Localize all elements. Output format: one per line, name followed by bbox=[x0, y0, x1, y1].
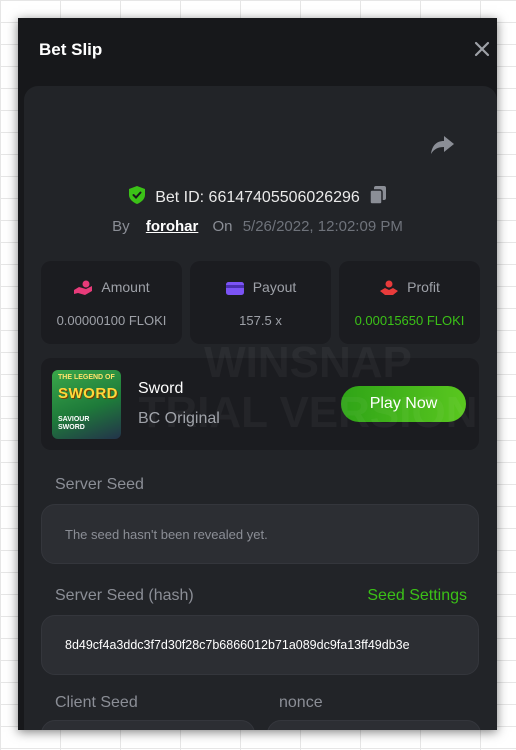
profit-label-row: Profit bbox=[339, 279, 480, 296]
bet-author-row: By forohar On 5/26/2022, 12:02:09 PM bbox=[18, 218, 497, 235]
shield-check-icon bbox=[128, 186, 145, 209]
server-seed-hash-label: Server Seed (hash) bbox=[55, 587, 194, 604]
nonce-field[interactable] bbox=[267, 720, 481, 730]
payout-value: 157.5 x bbox=[239, 313, 282, 328]
client-seed-field[interactable] bbox=[41, 720, 255, 730]
hand-coin-icon bbox=[74, 280, 93, 296]
share-arrow-icon[interactable] bbox=[429, 134, 455, 156]
thumb-line1: THE LEGEND OF bbox=[58, 374, 115, 381]
bet-slip-dialog: Bet Slip Bet ID: 66147405506026296 By fo… bbox=[18, 18, 497, 730]
copy-icon[interactable] bbox=[369, 186, 387, 209]
user-link[interactable]: forohar bbox=[146, 218, 199, 235]
payout-card: Payout 157.5 x bbox=[190, 261, 331, 344]
game-card: THE LEGEND OF SWORD SAVIOUR SWORD Sword … bbox=[41, 358, 479, 450]
amount-label-row: Amount bbox=[41, 279, 182, 296]
play-now-button[interactable]: Play Now bbox=[341, 386, 466, 422]
client-seed-label: Client Seed bbox=[55, 694, 138, 711]
amount-label: Amount bbox=[101, 279, 150, 295]
game-subtitle: BC Original bbox=[138, 410, 220, 427]
bet-date: 5/26/2022, 12:02:09 PM bbox=[242, 218, 403, 235]
bet-id-text: Bet ID: 66147405506026296 bbox=[155, 188, 360, 206]
wallet-card-icon bbox=[225, 282, 244, 296]
seed-settings-link[interactable]: Seed Settings bbox=[367, 587, 467, 605]
profit-hand-icon bbox=[380, 280, 399, 296]
close-icon[interactable] bbox=[471, 38, 493, 60]
payout-label: Payout bbox=[252, 279, 297, 295]
by-label: By bbox=[112, 218, 130, 235]
nonce-label: nonce bbox=[279, 694, 323, 711]
profit-label: Profit bbox=[407, 279, 440, 295]
on-label: On bbox=[212, 218, 233, 235]
server-seed-field[interactable]: The seed hasn't been revealed yet. bbox=[41, 504, 479, 564]
thumb-line2: SWORD bbox=[58, 385, 118, 402]
game-name: Sword bbox=[138, 380, 184, 397]
amount-card: Amount 0.00000100 FLOKI bbox=[41, 261, 182, 344]
profit-value: 0.00015650 FLOKI bbox=[354, 313, 465, 328]
profit-card: Profit 0.00015650 FLOKI bbox=[339, 261, 480, 344]
server-seed-hash-value: 8d49cf4a3ddc3f7d30f28c7b6866012b71a089dc… bbox=[65, 638, 410, 652]
bet-id-row: Bet ID: 66147405506026296 bbox=[18, 186, 497, 209]
server-seed-label: Server Seed bbox=[55, 476, 144, 493]
thumb-line3: SAVIOUR SWORD bbox=[58, 416, 90, 431]
bet-stats: Amount 0.00000100 FLOKI Payout 157.5 x P… bbox=[41, 261, 480, 344]
server-seed-value: The seed hasn't been revealed yet. bbox=[65, 527, 268, 542]
game-thumbnail[interactable]: THE LEGEND OF SWORD SAVIOUR SWORD bbox=[52, 370, 121, 439]
server-seed-hash-field[interactable]: 8d49cf4a3ddc3f7d30f28c7b6866012b71a089dc… bbox=[41, 615, 479, 675]
payout-label-row: Payout bbox=[190, 279, 331, 296]
dialog-header: Bet Slip bbox=[18, 18, 497, 84]
dialog-title: Bet Slip bbox=[39, 40, 103, 59]
amount-value: 0.00000100 FLOKI bbox=[56, 313, 167, 328]
